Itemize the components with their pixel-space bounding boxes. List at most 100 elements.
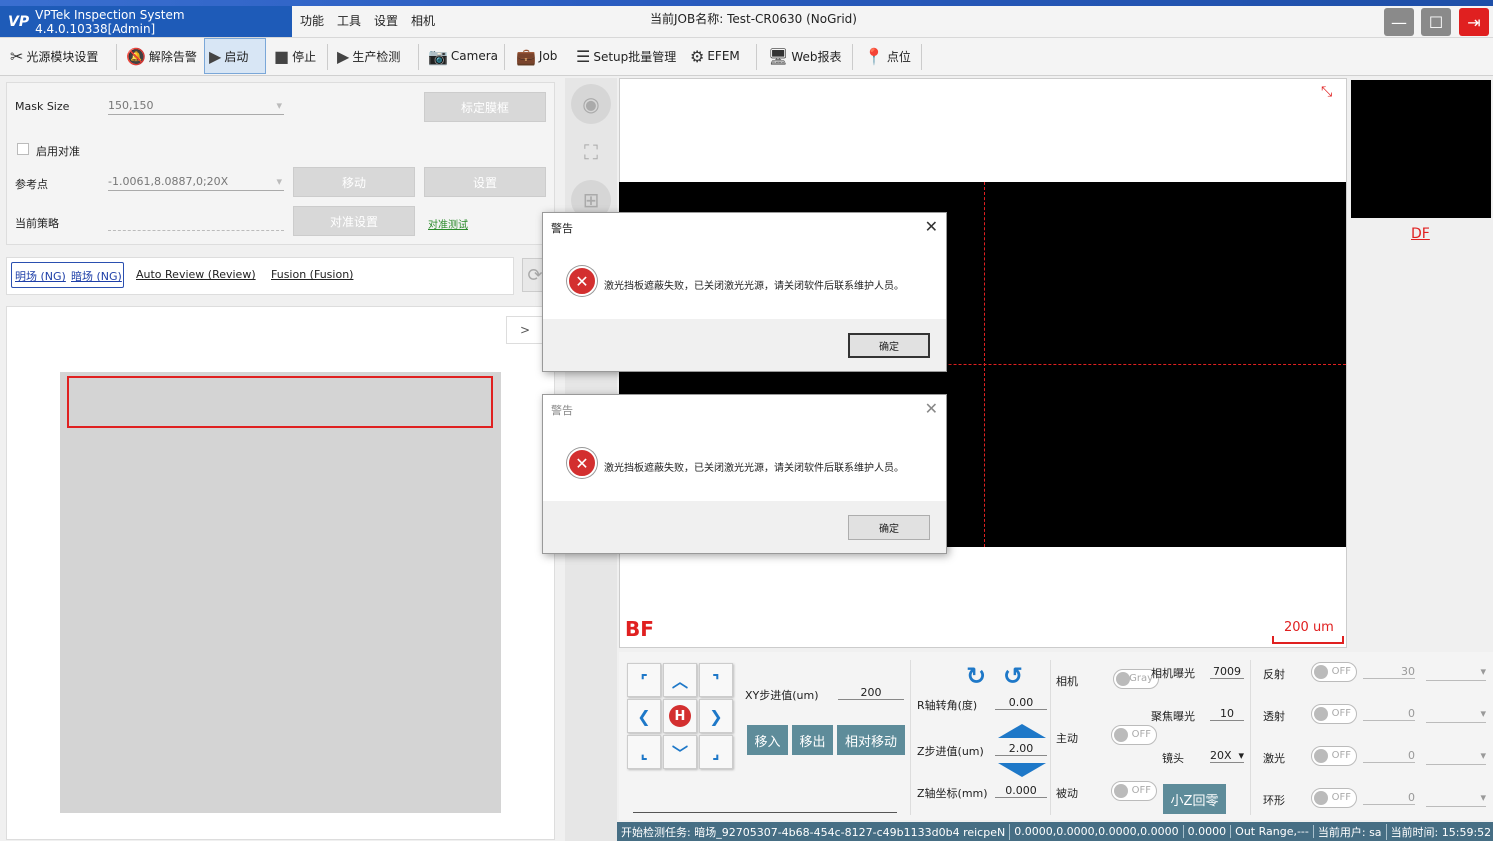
stop-button[interactable]: ■ 停止 — [270, 38, 320, 74]
jog-up-left-button[interactable]: ⌜ — [627, 663, 661, 697]
setup-batch-button[interactable]: ☰ Setup批量管理 — [572, 38, 680, 74]
lens-value: 20X — [1210, 749, 1232, 762]
image-fit-icon: ⛶ — [584, 140, 598, 164]
corner-icon: ⌜ — [640, 670, 648, 690]
ring-select[interactable]: ▾ — [1426, 791, 1486, 807]
df-camera-image[interactable] — [1351, 80, 1491, 218]
clear-alarm-button[interactable]: 🔕 解除告警 — [122, 38, 201, 74]
menu-camera[interactable]: 相机 — [411, 12, 435, 29]
mask-size-field[interactable]: 150,150 ▾ — [108, 99, 284, 115]
strategy-label: 当前策略 — [15, 217, 59, 230]
dialog-title: 警告 — [551, 222, 573, 235]
xy-step-input[interactable]: 200 — [838, 686, 904, 700]
ok-button[interactable]: 确定 — [848, 333, 930, 358]
transmit-toggle[interactable]: OFF — [1311, 704, 1357, 724]
minimize-icon: — — [1391, 12, 1407, 32]
jog-right-button[interactable]: ❯ — [699, 699, 733, 733]
point-button[interactable]: 📍 点位 — [860, 38, 915, 74]
laser-select[interactable]: ▾ — [1426, 749, 1486, 765]
efem-button[interactable]: ⚙ EFEM — [686, 38, 744, 74]
lens-label: 镜头 — [1162, 752, 1184, 765]
calibrate-frame-button[interactable]: 标定膜框 — [424, 92, 546, 122]
ring-label: 环形 — [1263, 794, 1285, 807]
small-z-home-button[interactable]: 小Z回零 — [1163, 784, 1226, 814]
job-button[interactable]: 💼 Job — [512, 38, 561, 74]
enable-align-checkbox[interactable] — [17, 143, 29, 155]
focus-exposure-input[interactable]: 10 — [1210, 707, 1244, 721]
reflect-select[interactable]: ▾ — [1426, 665, 1486, 681]
rotate-cw-button[interactable]: ↺ — [1003, 662, 1023, 690]
passive-toggle[interactable]: OFF — [1111, 781, 1157, 801]
menu-tools[interactable]: 工具 — [337, 12, 361, 29]
start-button[interactable]: ▶ 启动 — [204, 38, 266, 74]
jog-down-button[interactable]: ﹀ — [663, 735, 697, 769]
maximize-button[interactable]: ☐ — [1421, 8, 1451, 36]
dialog-message: 激光挡板遮蔽失败，已关闭激光光源，请关闭软件后联系维护人员。 — [604, 463, 904, 474]
z-coord-input[interactable]: 0.000 — [995, 784, 1047, 798]
jog-down-right-button[interactable]: ⌟ — [699, 735, 733, 769]
z-down-button[interactable] — [998, 763, 1046, 777]
align-test-link[interactable]: 对准测试 — [428, 216, 468, 231]
jog-up-button[interactable]: ︿ — [663, 663, 697, 697]
tools-icon: ✂ — [10, 46, 24, 66]
rotate-ccw-button[interactable]: ↻ — [966, 662, 986, 690]
move-in-button[interactable]: 移入 — [747, 725, 788, 755]
passive-label: 被动 — [1056, 787, 1078, 800]
jog-down-left-button[interactable]: ⌞ — [627, 735, 661, 769]
production-inspect-button[interactable]: ▶ 生产检测 — [333, 38, 404, 74]
strategy-field[interactable] — [108, 230, 284, 231]
df-label[interactable]: DF — [1411, 226, 1430, 242]
move-button[interactable]: 移动 — [293, 167, 415, 197]
chevron-right-icon: ❯ — [709, 706, 723, 726]
active-toggle[interactable]: OFF — [1111, 725, 1157, 745]
light-module-button[interactable]: ✂ 光源模块设置 — [6, 38, 102, 74]
ok-button[interactable]: 确定 — [848, 515, 930, 540]
collapse-icon[interactable]: ⤡ — [1321, 84, 1332, 100]
menu-function[interactable]: 功能 — [300, 12, 324, 29]
toggle-text: Gray — [1129, 673, 1153, 684]
toggle-text: OFF — [1131, 785, 1151, 796]
lens-select[interactable]: 20X ▾ — [1210, 749, 1244, 763]
z-step-input[interactable]: 2.00 — [995, 742, 1047, 756]
error-icon: ✕ — [567, 266, 597, 296]
move-out-button[interactable]: 移出 — [792, 725, 833, 755]
ref-point-field[interactable]: -1.0061,8.0887,0;20X ▾ — [108, 175, 284, 191]
home-button[interactable]: H — [663, 699, 697, 733]
expand-button[interactable]: > — [506, 316, 544, 344]
home-icon: H — [669, 705, 691, 727]
tab-bright-field[interactable]: 明场 (NG) — [15, 268, 66, 284]
fit-image-button[interactable]: ⛶ — [571, 132, 611, 172]
cam-exposure-input[interactable]: 7009 — [1210, 665, 1244, 679]
status-coords: 0.0000,0.0000,0.0000,0.0000 — [1010, 825, 1184, 838]
relative-move-button[interactable]: 相对移动 — [837, 725, 905, 755]
jog-left-button[interactable]: ❮ — [627, 699, 661, 733]
tab-dark-field[interactable]: 暗场 (NG) — [71, 268, 122, 284]
reflect-value[interactable]: 30 — [1363, 665, 1415, 679]
menu-settings[interactable]: 设置 — [374, 12, 398, 29]
web-report-button[interactable]: 🖥 Web报表 — [764, 38, 845, 74]
exit-button[interactable]: ⇥ — [1459, 8, 1489, 36]
minimize-button[interactable]: — — [1384, 8, 1414, 36]
close-icon[interactable]: ✕ — [925, 217, 938, 236]
transmit-select[interactable]: ▾ — [1426, 707, 1486, 723]
ring-value[interactable]: 0 — [1363, 791, 1415, 805]
app-title: VP VPTek Inspection System 4.4.0.10338[A… — [0, 6, 292, 37]
r-angle-input[interactable]: 0.00 — [995, 696, 1047, 710]
jog-up-right-button[interactable]: ⌝ — [699, 663, 733, 697]
z-up-button[interactable] — [998, 724, 1046, 738]
reflect-toggle[interactable]: OFF — [1311, 662, 1357, 682]
camera-button[interactable]: 📷 Camera — [424, 38, 502, 74]
close-icon[interactable]: ✕ — [925, 399, 938, 418]
transmit-value[interactable]: 0 — [1363, 707, 1415, 721]
laser-value[interactable]: 0 — [1363, 749, 1415, 763]
refresh-icon: ⟳ — [527, 264, 543, 286]
laser-toggle[interactable]: OFF — [1311, 746, 1357, 766]
tab-fusion[interactable]: Fusion (Fusion) — [271, 268, 353, 281]
tab-auto-review[interactable]: Auto Review (Review) — [136, 268, 256, 281]
ring-toggle[interactable]: OFF — [1311, 788, 1357, 808]
set-button[interactable]: 设置 — [424, 167, 546, 197]
snapshot-button[interactable]: ◉ — [571, 84, 611, 124]
chevron-down-icon: ▾ — [276, 99, 282, 112]
wafer-map[interactable] — [60, 372, 501, 813]
align-settings-button[interactable]: 对准设置 — [293, 206, 415, 236]
